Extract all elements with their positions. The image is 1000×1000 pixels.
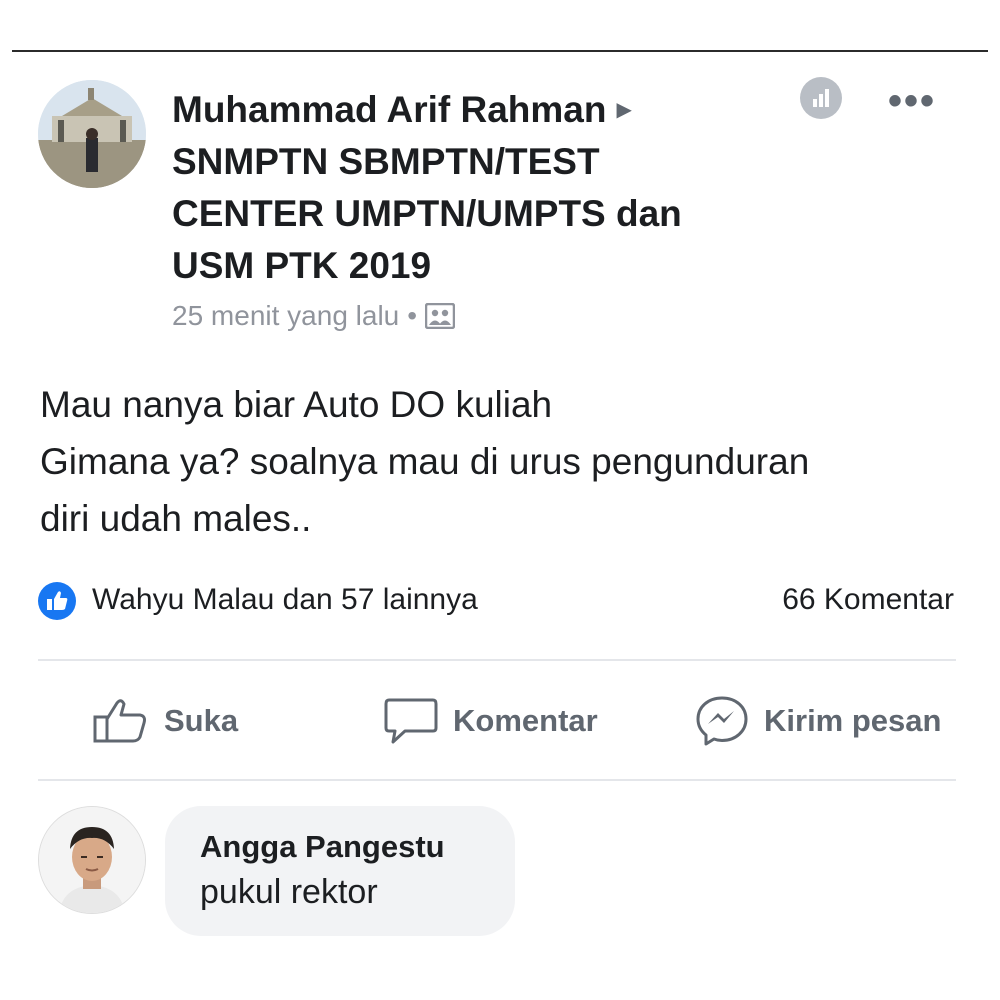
commenter-avatar[interactable] — [38, 806, 146, 914]
like-button[interactable]: Suka — [92, 693, 238, 749]
messenger-icon — [696, 696, 748, 746]
reactions-row: Wahyu Malau dan 57 lainnya 66 Komentar — [38, 580, 958, 624]
comment-label: Komentar — [453, 703, 598, 738]
comment-button[interactable]: Komentar — [383, 693, 598, 749]
group-name-line-3[interactable]: USM PTK 2019 — [172, 240, 772, 292]
post-body-line-3: diri udah males.. — [40, 498, 312, 539]
author-avatar[interactable] — [38, 80, 146, 188]
comments-count[interactable]: 66 Komentar — [782, 583, 954, 617]
group-audience-icon — [424, 302, 456, 330]
send-message-button[interactable]: Kirim pesan — [694, 693, 941, 749]
like-badge-icon[interactable] — [38, 582, 76, 620]
facebook-post-screenshot: Muhammad Arif Rahman ▶ SNMPTN SBMPTN/TEST… — [0, 0, 1000, 1000]
send-message-label: Kirim pesan — [764, 703, 942, 738]
like-label: Suka — [164, 703, 239, 738]
group-name-line-1[interactable]: SNMPTN SBMPTN/TEST — [172, 136, 772, 188]
comment-bubble-icon — [384, 698, 438, 744]
group-name-line-2[interactable]: CENTER UMPTN/UMPTS dan — [172, 188, 772, 240]
comment-text: pukul rektor — [200, 873, 378, 911]
divider-bottom — [38, 779, 956, 781]
post-body-line-2: Gimana ya? soalnya mau di urus pengundur… — [40, 441, 810, 482]
post-meta: 25 menit yang lalu • — [172, 300, 456, 332]
more-icon[interactable]: ••• — [888, 81, 936, 121]
post-body: Mau nanya biar Auto DO kuliah Gimana ya?… — [40, 376, 960, 547]
top-rule — [12, 50, 988, 52]
insights-icon[interactable] — [800, 77, 842, 119]
comment-bubble: Angga Pangestu pukul rektor — [165, 806, 515, 936]
post-body-line-1: Mau nanya biar Auto DO kuliah — [40, 384, 553, 425]
arrow-right-icon: ▶ — [616, 99, 632, 121]
thumbs-up-icon — [93, 699, 146, 743]
separator-dot: • — [407, 300, 418, 331]
divider-top — [38, 659, 956, 661]
timestamp[interactable]: 25 menit yang lalu — [172, 300, 399, 332]
reactions-summary[interactable]: Wahyu Malau dan 57 lainnya — [92, 583, 478, 617]
author-name[interactable]: Muhammad Arif Rahman — [172, 89, 606, 130]
comment-author[interactable]: Angga Pangestu — [200, 826, 515, 868]
